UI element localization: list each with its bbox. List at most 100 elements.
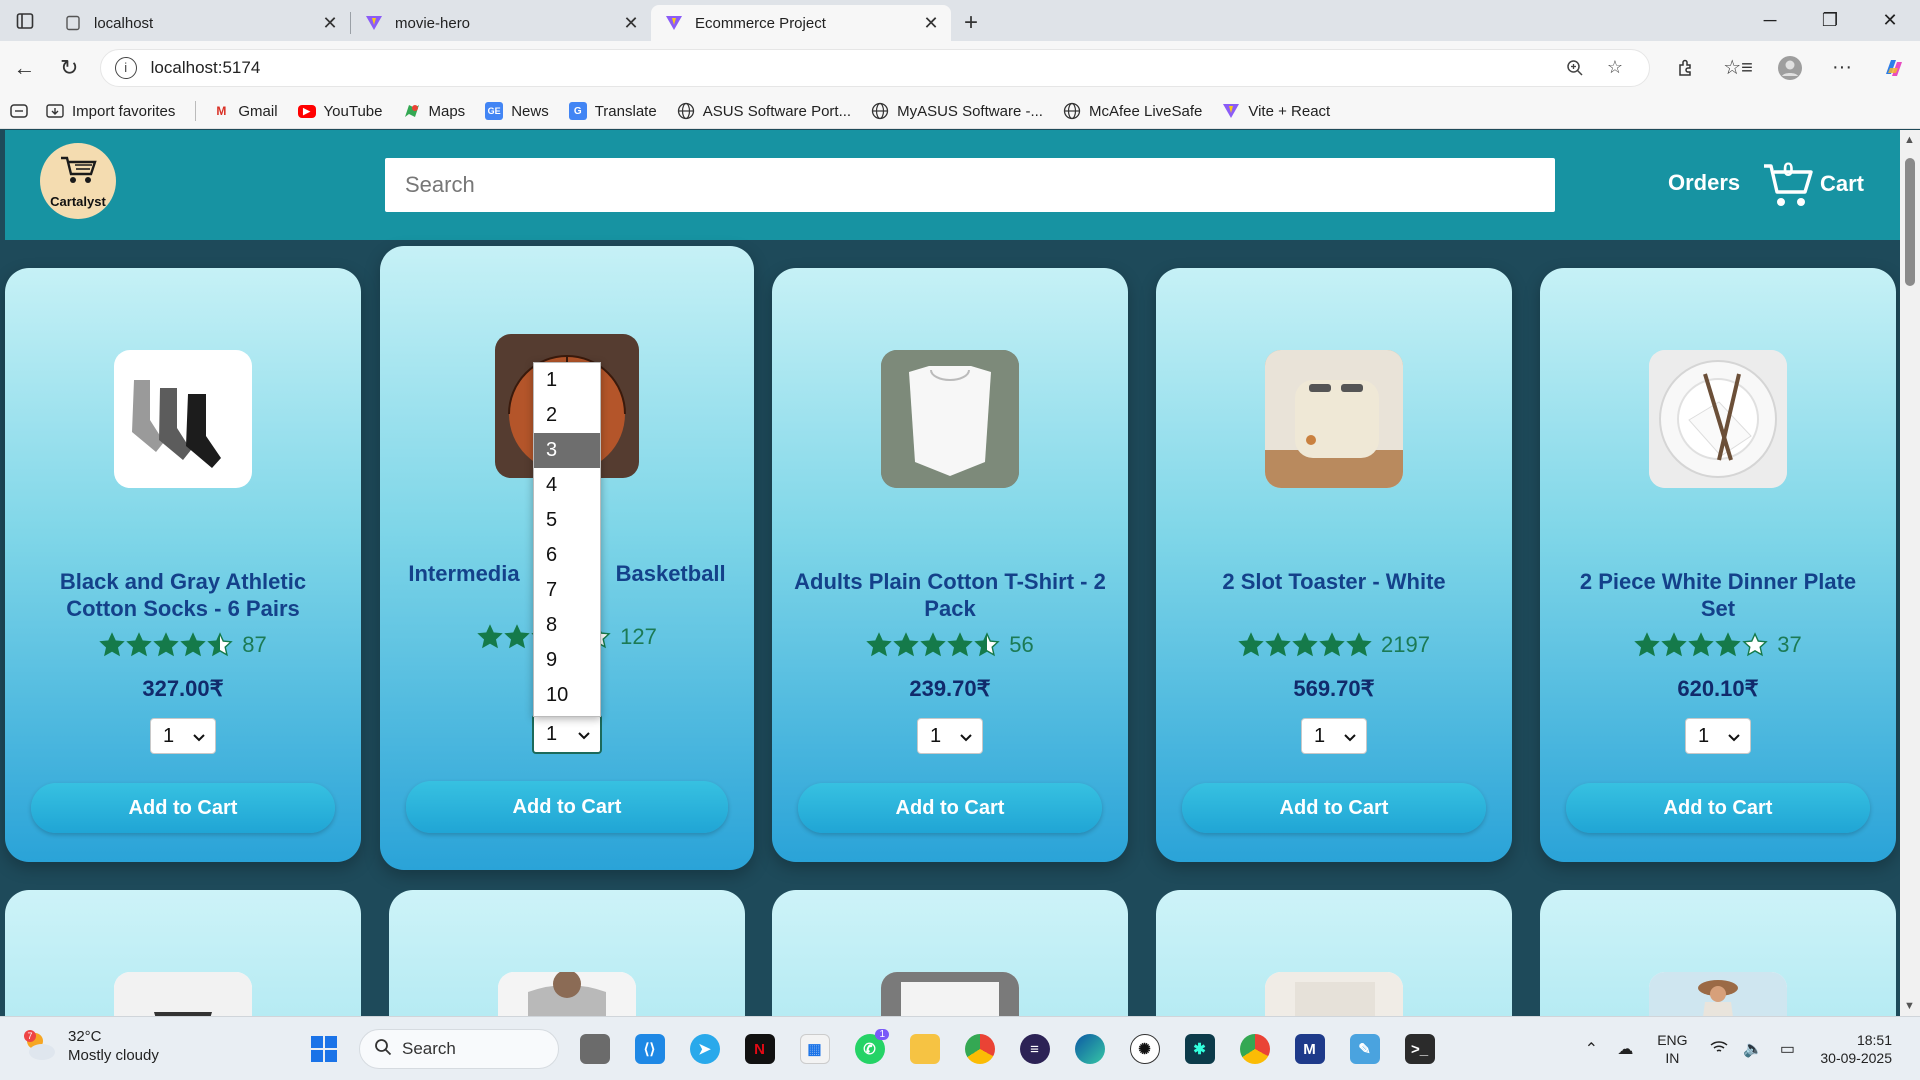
netflix-icon[interactable]: N — [732, 1025, 787, 1073]
clock[interactable]: 18:51 30-09-2025 — [1804, 1031, 1920, 1067]
bookmark-maps[interactable]: Maps — [403, 102, 465, 120]
microsoft-store-icon[interactable]: ▦ — [787, 1025, 842, 1073]
bookmark-import-favorites[interactable]: Import favorites — [46, 102, 175, 120]
tab-movie-hero[interactable]: movie-hero ✕ — [351, 5, 651, 41]
back-arrow-icon[interactable]: ← — [2, 48, 47, 88]
chatgpt-icon[interactable]: ✺ — [1117, 1025, 1172, 1073]
terminal-icon[interactable]: >_ — [1392, 1025, 1447, 1073]
close-tab-icon[interactable]: ✕ — [320, 13, 340, 34]
weather-widget[interactable]: 7 32°C Mostly cloudy — [22, 1027, 159, 1065]
orders-link[interactable]: Orders — [1668, 170, 1740, 196]
weather-desc: Mostly cloudy — [68, 1047, 159, 1064]
quantity-option[interactable]: 5 — [534, 503, 600, 538]
minimize-icon[interactable]: ─ — [1740, 0, 1800, 41]
file-explorer-icon[interactable] — [897, 1025, 952, 1073]
quantity-select[interactable]: 1 — [1301, 718, 1367, 754]
product-card — [1540, 890, 1896, 1016]
favorites-icon[interactable]: ☆≡ — [1712, 48, 1764, 88]
favorite-star-icon[interactable]: ☆ — [1595, 57, 1635, 78]
edge-icon[interactable] — [1062, 1025, 1117, 1073]
quantity-option[interactable]: 10 — [534, 678, 600, 713]
app-icon[interactable]: M — [1282, 1025, 1337, 1073]
quantity-value: 1 — [163, 724, 175, 747]
wifi-icon[interactable] — [1702, 1040, 1736, 1059]
add-to-cart-button[interactable]: Add to Cart — [406, 781, 728, 833]
chevron-up-icon[interactable]: ⌃ — [1574, 1039, 1608, 1059]
sidebar-toggle-icon[interactable] — [0, 0, 50, 41]
scroll-down-icon[interactable]: ▼ — [1904, 1000, 1915, 1012]
browser-tab-bar: localhost ✕ movie-hero ✕ Ecommerce Proje… — [0, 0, 1920, 41]
quantity-option[interactable]: 2 — [534, 398, 600, 433]
bookmark-myasus-software[interactable]: MyASUS Software -... — [871, 102, 1043, 120]
scroll-up-icon[interactable]: ▲ — [1904, 134, 1915, 146]
scrollbar-thumb[interactable] — [1905, 158, 1915, 286]
onedrive-icon[interactable]: ☁ — [1608, 1039, 1642, 1059]
bookmark-vite-react[interactable]: Vite + React — [1222, 102, 1330, 120]
quantity-option[interactable]: 3 — [534, 433, 600, 468]
vscode-icon[interactable]: ⟨⟩ — [622, 1025, 677, 1073]
url-text[interactable]: localhost:5174 — [151, 58, 1555, 78]
bookmark-mcafee[interactable]: McAfee LiveSafe — [1063, 102, 1202, 120]
bookmark-label: McAfee LiveSafe — [1088, 102, 1203, 120]
restore-icon[interactable]: ❐ — [1800, 0, 1860, 41]
chevron-down-icon — [1344, 725, 1356, 748]
more-options-icon[interactable]: ··· — [1816, 48, 1868, 88]
windows-start-icon[interactable] — [296, 1025, 351, 1073]
bookmark-gmail[interactable]: M Gmail — [212, 102, 277, 120]
app-icon[interactable]: ✱ — [1172, 1025, 1227, 1073]
quantity-select[interactable]: 1 — [1685, 718, 1751, 754]
zoom-icon[interactable] — [1555, 59, 1595, 77]
quantity-select[interactable]: 1 — [532, 714, 602, 754]
bookmark-asus-software[interactable]: ASUS Software Port... — [677, 102, 851, 120]
address-bar[interactable]: i localhost:5174 ☆ — [99, 48, 1650, 87]
bookmark-news[interactable]: GE News — [485, 102, 549, 120]
reading-view-icon[interactable] — [10, 104, 28, 118]
volume-icon[interactable]: 🔈 — [1736, 1039, 1770, 1059]
close-tab-icon[interactable]: ✕ — [621, 13, 641, 34]
site-logo[interactable]: Cartalyst — [40, 143, 116, 219]
quantity-option[interactable]: 9 — [534, 643, 600, 678]
chrome-icon[interactable] — [952, 1025, 1007, 1073]
tab-localhost[interactable]: localhost ✕ — [50, 5, 350, 41]
cart-icon: 0 — [1762, 158, 1814, 210]
search-input[interactable] — [385, 158, 1555, 212]
add-to-cart-button[interactable]: Add to Cart — [798, 783, 1102, 833]
add-to-cart-button[interactable]: Add to Cart — [31, 783, 335, 833]
quantity-option[interactable]: 7 — [534, 573, 600, 608]
telegram-icon[interactable]: ➤ — [677, 1025, 732, 1073]
eclipse-icon[interactable]: ≡ — [1007, 1025, 1062, 1073]
page-scrollbar[interactable]: ▲ ▼ — [1900, 130, 1920, 1016]
add-to-cart-button[interactable]: Add to Cart — [1182, 783, 1486, 833]
new-tab-icon[interactable]: + — [951, 5, 991, 41]
quantity-select[interactable]: 1 — [150, 718, 216, 754]
language-indicator[interactable]: ENG IN — [1642, 1031, 1702, 1067]
chrome-profile-icon[interactable] — [1227, 1025, 1282, 1073]
quantity-option[interactable]: 4 — [534, 468, 600, 503]
quantity-option[interactable]: 1 — [534, 363, 600, 398]
task-view-icon[interactable] — [567, 1025, 622, 1073]
taskbar-search[interactable]: Search — [359, 1029, 559, 1069]
star-icon — [1634, 632, 1660, 658]
close-window-icon[interactable]: ✕ — [1860, 0, 1920, 41]
quantity-value: 1 — [930, 724, 942, 747]
quantity-option[interactable]: 6 — [534, 538, 600, 573]
copilot-icon[interactable] — [1868, 48, 1920, 88]
extensions-icon[interactable] — [1660, 48, 1712, 88]
tab-ecommerce-project[interactable]: Ecommerce Project ✕ — [651, 5, 951, 41]
site-info-icon[interactable]: i — [114, 56, 137, 79]
system-tray: ⌃ ☁ ENG IN 🔈 ▭ 18:51 30-09-2025 — [1574, 1017, 1920, 1080]
quantity-option[interactable]: 8 — [534, 608, 600, 643]
add-to-cart-button[interactable]: Add to Cart — [1566, 783, 1870, 833]
app-icon[interactable]: ✎ — [1337, 1025, 1392, 1073]
quantity-select[interactable]: 1 — [917, 718, 983, 754]
close-tab-icon[interactable]: ✕ — [921, 13, 941, 34]
bookmark-translate[interactable]: G Translate — [568, 102, 657, 120]
quantity-dropdown-list[interactable]: 1 2 3 4 5 6 7 8 9 10 — [533, 362, 601, 717]
profile-avatar-icon[interactable] — [1764, 48, 1816, 88]
cart-link[interactable]: 0 Cart — [1762, 156, 1864, 212]
battery-icon[interactable]: ▭ — [1770, 1039, 1804, 1059]
quantity-value: 1 — [546, 722, 558, 745]
bookmark-youtube[interactable]: ▶ YouTube — [297, 103, 383, 120]
whatsapp-icon[interactable]: ✆ 1 — [842, 1025, 897, 1073]
refresh-icon[interactable]: ↻ — [47, 48, 92, 88]
